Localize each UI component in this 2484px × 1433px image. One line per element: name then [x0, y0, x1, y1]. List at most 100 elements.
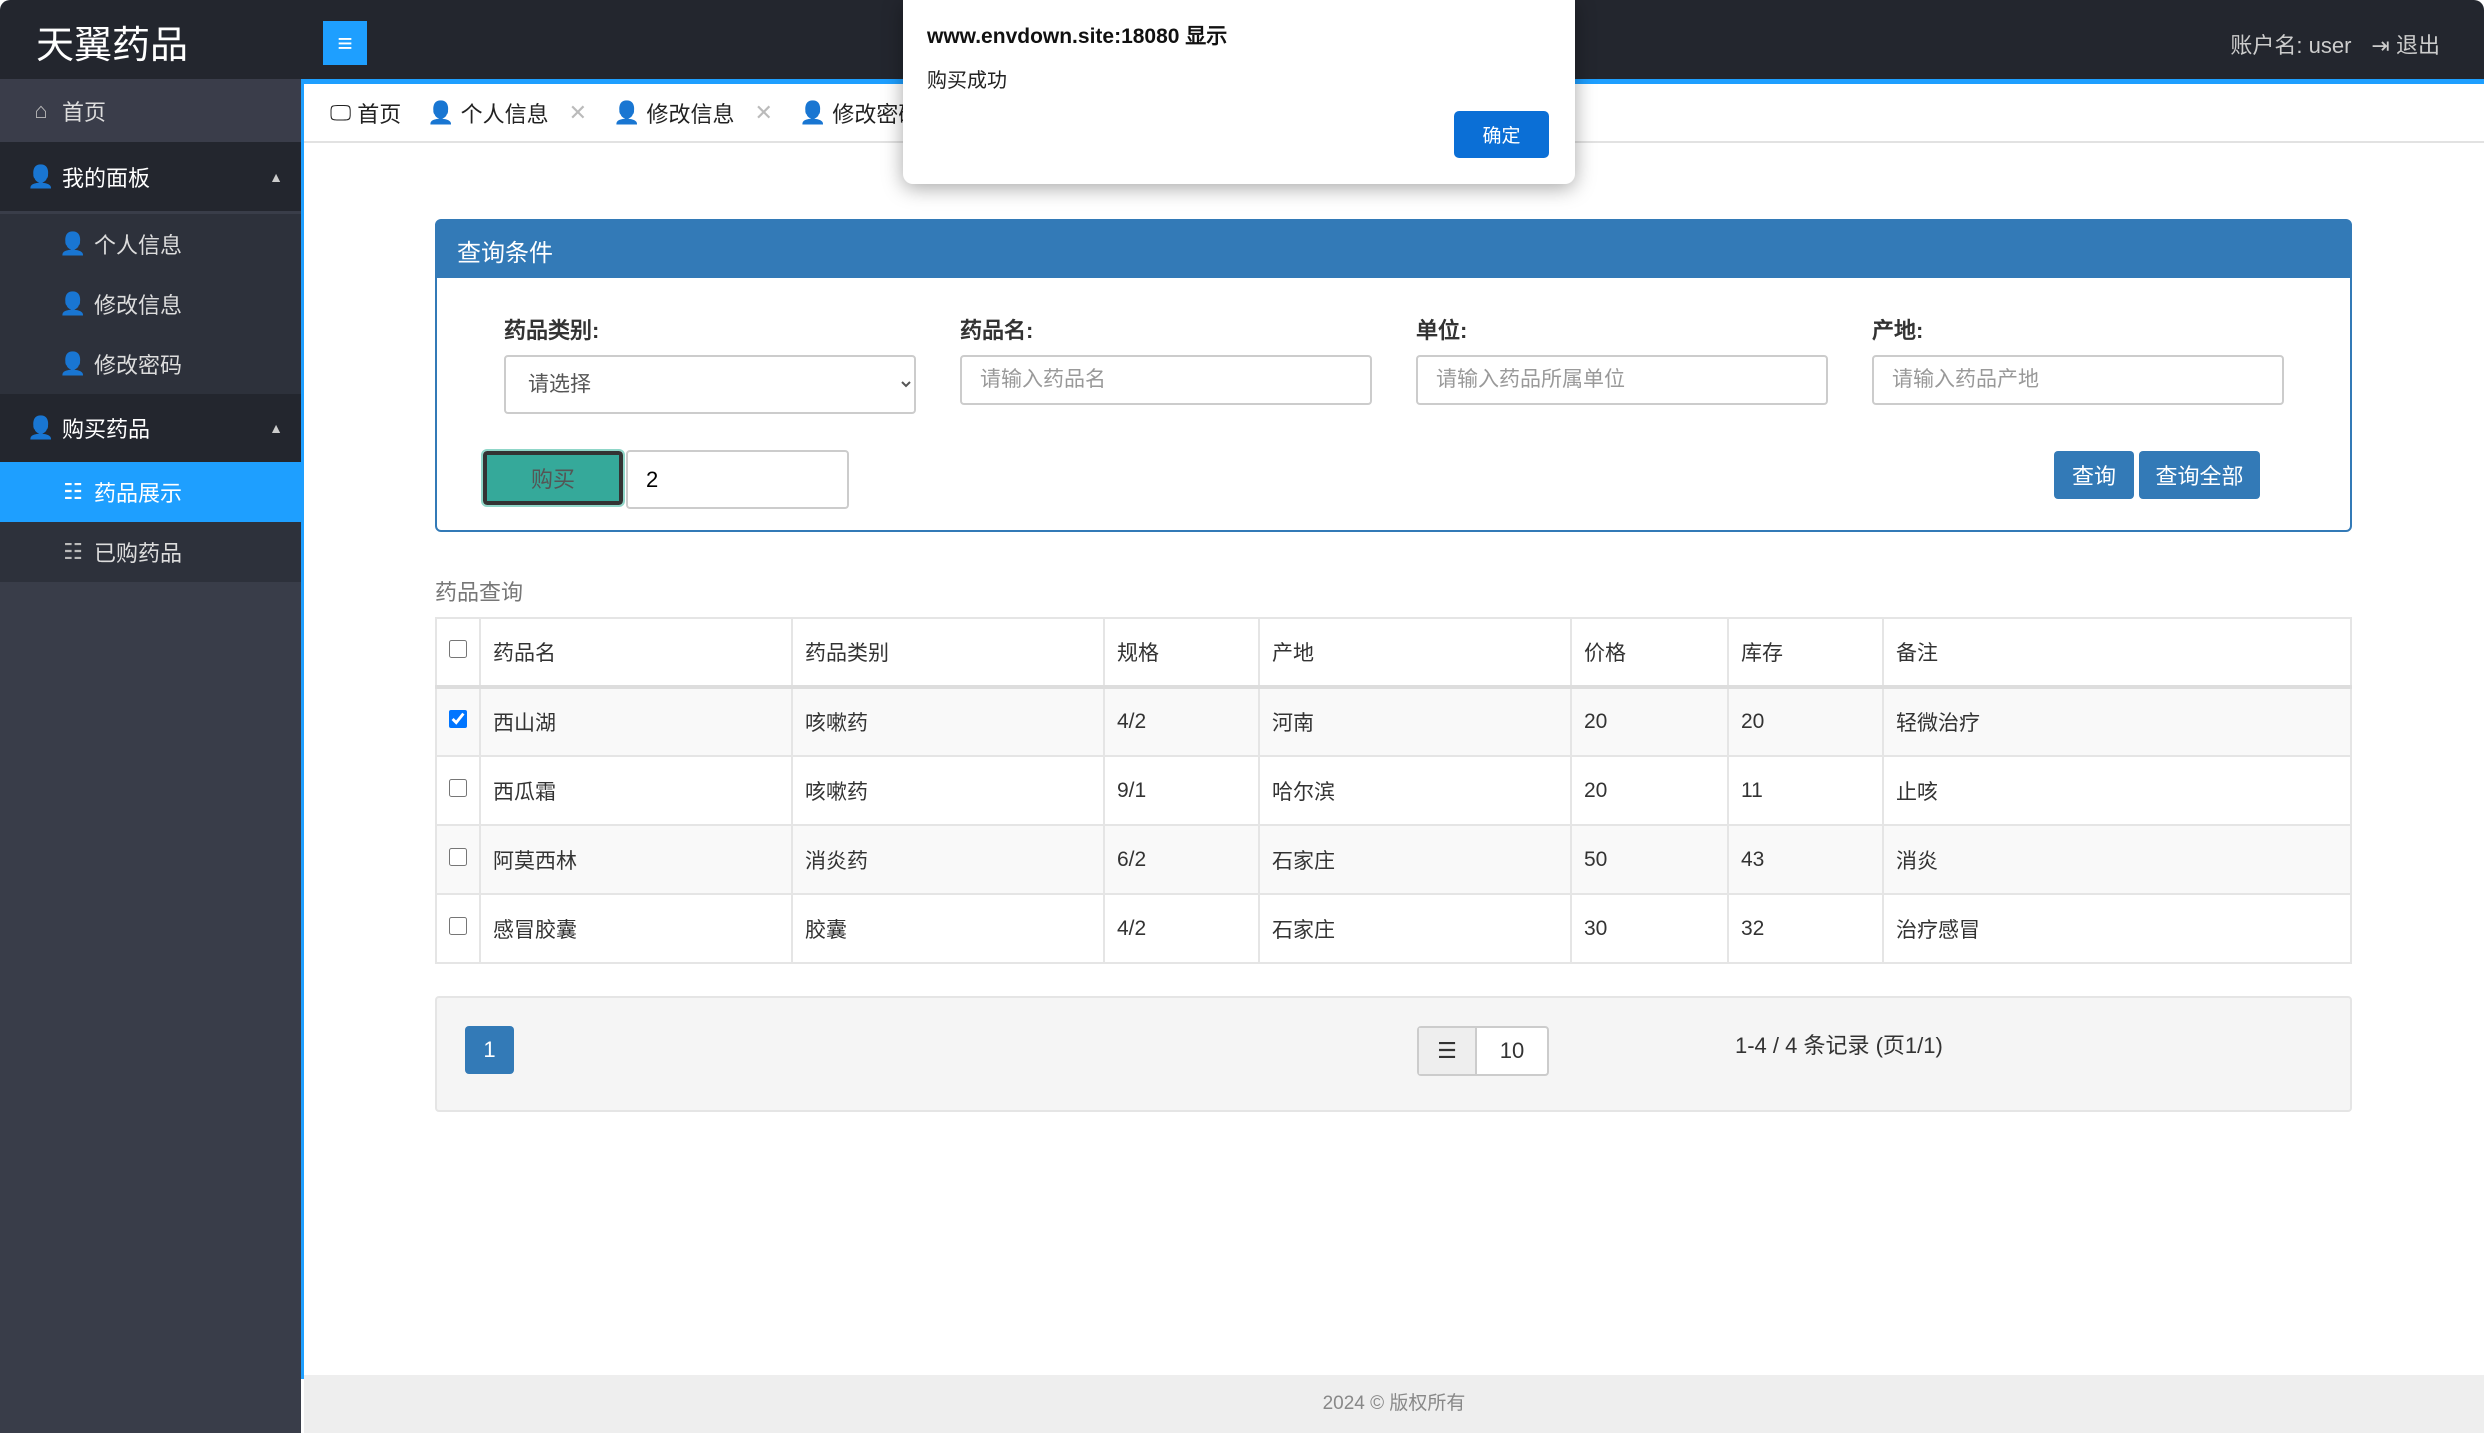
table-cell: 阿莫西林: [479, 824, 793, 895]
drug-table: 药品名 药品类别 规格 产地 价格 库存 备注 西山湖 咳嗽药 4/2 河南 20 20 轻…: [435, 617, 2352, 964]
name-group: 药品名:: [960, 313, 1372, 405]
logout-label: 退出: [2395, 33, 2440, 58]
table-cell: 止咳: [1882, 755, 2352, 826]
row-checkbox[interactable]: [449, 847, 467, 866]
category-group: 药品类别: 请选择: [504, 313, 916, 414]
table-cell: 9/1: [1103, 755, 1260, 826]
account-name: user: [2308, 33, 2352, 58]
table-cell: 西山湖: [479, 686, 793, 757]
dialog-message: 购买成功: [927, 70, 1007, 92]
menu-toggle-button[interactable]: ≡: [323, 21, 367, 65]
list-icon: ☷: [63, 479, 83, 504]
tab-home[interactable]: 🖵 首页: [330, 97, 401, 129]
sidebar-item-personal[interactable]: 👤 个人信息: [0, 214, 301, 274]
table-row[interactable]: 西山湖 咳嗽药 4/2 河南 20 20 轻微治疗: [435, 686, 2352, 757]
column-header: 规格: [1103, 617, 1260, 689]
origin-group: 产地:: [1872, 313, 2284, 405]
table-cell: 11: [1727, 755, 1884, 826]
table-cell: 20: [1727, 686, 1884, 757]
account-text: 账户名: user: [2230, 28, 2351, 60]
select-all-checkbox[interactable]: [449, 640, 467, 658]
tab-edit-info[interactable]: 👤 修改信息 ✕: [613, 97, 773, 129]
table-cell: 胶囊: [791, 893, 1105, 964]
name-input[interactable]: [960, 355, 1372, 405]
row-select-cell: [435, 686, 481, 757]
main-border: [301, 79, 304, 1379]
sidebar-item-home[interactable]: ⌂ 首页: [0, 79, 301, 142]
close-icon[interactable]: ✕: [569, 100, 587, 126]
tab-label: 个人信息: [460, 101, 549, 127]
row-checkbox[interactable]: [449, 710, 467, 728]
table-cell: 哈尔滨: [1258, 755, 1572, 826]
column-header: 药品类别: [791, 617, 1105, 689]
table-row[interactable]: 感冒胶囊 胶囊 4/2 石家庄 30 32 治疗感冒: [435, 893, 2352, 964]
user-icon: 👤: [59, 291, 87, 316]
row-checkbox[interactable]: [449, 778, 467, 797]
section-label: 药品查询: [435, 580, 524, 605]
name-label: 药品名:: [960, 318, 1034, 343]
sidebar-label: 修改密码: [94, 353, 183, 378]
logout-link[interactable]: ⇥ 退出: [2371, 28, 2440, 60]
sidebar-item-edit-info[interactable]: 👤 修改信息: [0, 274, 301, 334]
table-cell: 消炎: [1882, 824, 2352, 895]
sidebar: ⌂ 首页 👤 我的面板 ▲ 👤 个人信息 👤 修改信息 👤 修改密码 👤 购买药品 ▲ ☷ 药品展…: [0, 79, 301, 1433]
row-checkbox[interactable]: [449, 916, 467, 935]
caret-up-icon: ▲: [269, 168, 283, 185]
column-header: 价格: [1570, 617, 1729, 689]
origin-label: 产地:: [1872, 318, 1924, 343]
user-icon: 👤: [427, 99, 455, 125]
tab-personal[interactable]: 👤 个人信息 ✕: [427, 97, 587, 129]
page-size-selector[interactable]: ☰ 10: [1417, 1026, 1549, 1076]
origin-input[interactable]: [1872, 355, 2284, 405]
category-label: 药品类别:: [504, 318, 600, 343]
row-select-cell: [435, 824, 481, 895]
sidebar-section-buy[interactable]: 👤 购买药品 ▲: [0, 394, 301, 462]
caret-up-icon: ▲: [269, 420, 283, 436]
user-icon: 👤: [59, 231, 87, 256]
column-header: 备注: [1882, 617, 2352, 689]
unit-group: 单位:: [1416, 313, 1828, 405]
table-row[interactable]: 西瓜霜 咳嗽药 9/1 哈尔滨 20 11 止咳: [435, 755, 2352, 826]
table-cell: 西瓜霜: [479, 755, 793, 826]
category-select[interactable]: 请选择: [504, 355, 916, 414]
sidebar-item-drug-display[interactable]: ☷ 药品展示: [0, 462, 301, 522]
sidebar-label: 修改信息: [94, 293, 183, 318]
panel-title: 查询条件: [437, 221, 2350, 278]
table-cell: 消炎药: [791, 824, 1105, 895]
footer: 2024 © 版权所有: [304, 1375, 2484, 1433]
logout-icon: ⇥: [2371, 33, 2390, 58]
quantity-input[interactable]: [626, 450, 849, 509]
pagination-bar: 1 ☰ 10 1-4 / 4 条记录 (页1/1): [435, 996, 2352, 1112]
page-size-value[interactable]: 10: [1477, 1028, 1547, 1074]
table-cell: 轻微治疗: [1882, 686, 2352, 757]
user-icon: 👤: [613, 99, 641, 125]
table-cell: 治疗感冒: [1882, 893, 2352, 964]
buy-button[interactable]: 购买: [481, 449, 625, 507]
close-icon[interactable]: ✕: [755, 100, 773, 126]
unit-input[interactable]: [1416, 355, 1828, 405]
table-cell: 咳嗽药: [791, 686, 1105, 757]
table-cell: 4/2: [1103, 893, 1260, 964]
logo: 天翼药品: [36, 25, 189, 67]
dialog-ok-button[interactable]: 确定: [1454, 111, 1549, 158]
table-cell: 6/2: [1103, 824, 1260, 895]
search-button[interactable]: 查询: [2054, 451, 2134, 499]
page-button[interactable]: 1: [465, 1026, 514, 1074]
tab-label: 首页: [357, 101, 402, 127]
search-all-button[interactable]: 查询全部: [2139, 451, 2260, 499]
table-cell: 咳嗽药: [791, 755, 1105, 826]
row-select-cell: [435, 755, 481, 826]
tab-label: 修改信息: [646, 101, 735, 127]
sidebar-section-panel[interactable]: 👤 我的面板 ▲: [0, 142, 301, 211]
column-header: 库存: [1727, 617, 1884, 689]
table-row[interactable]: 阿莫西林 消炎药 6/2 石家庄 50 43 消炎: [435, 824, 2352, 895]
sidebar-item-bought[interactable]: ☷ 已购药品: [0, 522, 301, 582]
user-lock-icon: 👤: [798, 99, 827, 125]
sidebar-item-edit-password[interactable]: 👤 修改密码: [0, 334, 301, 394]
sidebar-label: 已购药品: [94, 541, 183, 566]
account-label: 账户名:: [2230, 33, 2309, 58]
table-header-row: 药品名 药品类别 规格 产地 价格 库存 备注: [435, 617, 2352, 689]
table-cell: 河南: [1258, 686, 1572, 757]
monitor-icon: 🖵: [330, 99, 352, 125]
table-cell: 石家庄: [1258, 893, 1572, 964]
